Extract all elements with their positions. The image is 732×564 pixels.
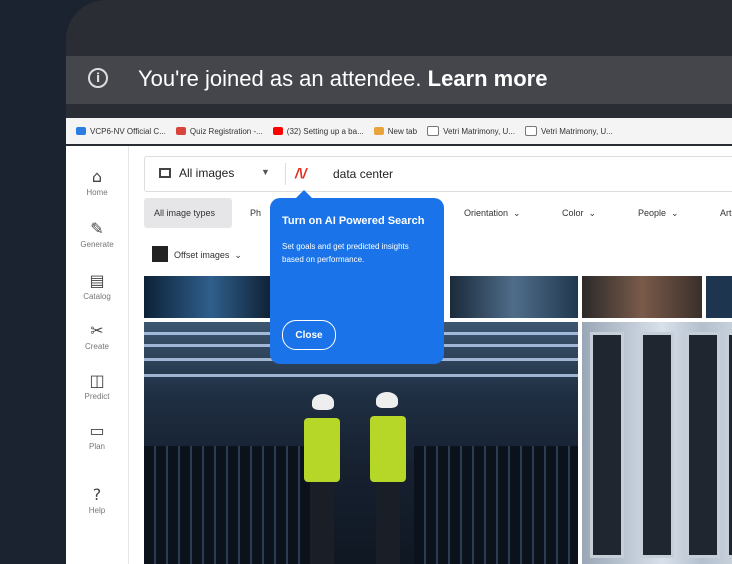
result-thumb[interactable] bbox=[582, 276, 702, 318]
bookmark-youtube[interactable]: (32) Setting up a ba... bbox=[272, 127, 364, 136]
sidebar-item-home[interactable]: ⌂ Home bbox=[66, 167, 128, 198]
bookmark-icon bbox=[175, 127, 186, 135]
offset-images-select[interactable]: Offset images ⌄ bbox=[152, 246, 242, 262]
bookmark-quiz[interactable]: Quiz Registration -... bbox=[175, 127, 263, 136]
page-icon bbox=[524, 126, 537, 136]
sidebar-item-predict[interactable]: ◫ Predict bbox=[66, 371, 128, 402]
filter-all-image-types[interactable]: All image types bbox=[144, 198, 232, 228]
popover-body: Set goals and get predicted insights bas… bbox=[282, 242, 409, 264]
chevron-down-icon: ⌄ bbox=[231, 250, 242, 260]
sidebar-item-catalog[interactable]: ▤ Catalog bbox=[66, 271, 128, 302]
chevron-down-icon: ⌄ bbox=[671, 207, 679, 218]
filter-color[interactable]: Color ⌄ bbox=[552, 198, 606, 228]
generate-icon: ✎ bbox=[90, 219, 104, 238]
filter-orientation[interactable]: Orientation ⌄ bbox=[454, 198, 531, 228]
result-thumb[interactable] bbox=[706, 276, 732, 318]
page-icon bbox=[427, 126, 440, 136]
search-input[interactable]: data center bbox=[333, 167, 393, 181]
plan-icon: ▭ bbox=[89, 421, 105, 440]
predict-icon: ◫ bbox=[89, 371, 105, 390]
result-thumb[interactable] bbox=[144, 276, 278, 318]
chevron-down-icon: ⌄ bbox=[588, 207, 597, 218]
bookmark-vetri-1[interactable]: Vetri Matrimony, U... bbox=[427, 126, 515, 136]
bookmark-newtab[interactable]: New tab bbox=[373, 127, 417, 136]
search-bar: All images ▼ /\/ data center bbox=[144, 156, 732, 192]
learn-more-link[interactable]: Learn more bbox=[428, 66, 548, 91]
sidebar-item-plan[interactable]: ▭ Plan bbox=[66, 421, 128, 452]
help-icon: ? bbox=[92, 485, 102, 504]
folder-icon bbox=[373, 127, 384, 135]
filter-art[interactable]: Art bbox=[710, 198, 732, 228]
ai-search-popover: Turn on AI Powered Search Set goals and … bbox=[270, 190, 444, 364]
chevron-down-icon[interactable]: ▼ bbox=[261, 167, 270, 177]
banner-message: You're joined as an attendee. Learn more bbox=[138, 66, 548, 91]
attendee-banner: i You're joined as an attendee. Learn mo… bbox=[66, 56, 732, 104]
image-icon bbox=[159, 168, 171, 178]
image-type-select[interactable]: All images bbox=[159, 166, 234, 180]
sidebar-item-help[interactable]: ? Help bbox=[66, 485, 128, 516]
filter-people[interactable]: People ⌄ bbox=[628, 198, 689, 228]
popover-title: Turn on AI Powered Search bbox=[282, 215, 425, 227]
info-icon: i bbox=[88, 68, 108, 88]
bookmark-vcp6[interactable]: VCP6-NV Official C... bbox=[76, 127, 166, 136]
popover-arrow bbox=[296, 190, 312, 198]
close-button[interactable]: Close bbox=[282, 320, 336, 350]
ai-search-icon[interactable]: /\/ bbox=[295, 165, 307, 181]
chevron-down-icon: ⌄ bbox=[513, 207, 521, 218]
result-thumb[interactable] bbox=[450, 276, 578, 318]
bookmark-icon bbox=[76, 127, 86, 135]
bookmarks-bar: VCP6-NV Official C... Quiz Registration … bbox=[66, 118, 732, 144]
divider bbox=[285, 163, 286, 185]
result-image-server-room[interactable] bbox=[582, 322, 732, 564]
sidebar-item-generate[interactable]: ✎ Generate bbox=[66, 219, 128, 250]
sidebar: ⌂ Home ✎ Generate ▤ Catalog ✂ Create ◫ P… bbox=[66, 146, 129, 564]
bookmark-vetri-2[interactable]: Vetri Matrimony, U... bbox=[524, 126, 613, 136]
youtube-icon bbox=[272, 127, 283, 135]
catalog-icon: ▤ bbox=[89, 271, 105, 290]
offset-logo-icon bbox=[152, 246, 168, 262]
home-icon: ⌂ bbox=[91, 167, 103, 186]
sidebar-item-create[interactable]: ✂ Create bbox=[66, 321, 128, 352]
create-icon: ✂ bbox=[90, 321, 104, 340]
